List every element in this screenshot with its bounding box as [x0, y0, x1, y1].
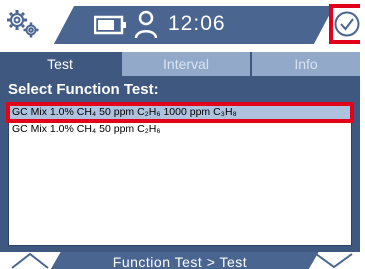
function-test-list: GC Mix 1.0% CH₄ 50 ppm C₂H₆ 1000 ppm C₃H… [6, 102, 354, 246]
check-circle-icon [333, 10, 360, 38]
tab-interval[interactable]: Interval [120, 52, 250, 76]
tab-bar: Test Interval Info [0, 52, 360, 76]
section-title: Select Function Test: [8, 81, 159, 98]
tab-test[interactable]: Test [0, 52, 120, 76]
device-screen: 12:06 Test Interval Info Select Function… [0, 0, 360, 269]
chevron-down-icon[interactable] [312, 252, 356, 269]
clock-time: 12:06 [168, 12, 226, 35]
status-bar: 12:06 [0, 0, 360, 50]
check-button[interactable] [329, 4, 360, 44]
footer-bar: Function Test > Test [0, 252, 360, 269]
tab-info[interactable]: Info [250, 52, 360, 76]
gears-icon[interactable] [4, 7, 44, 41]
user-icon [134, 10, 158, 40]
list-item[interactable]: GC Mix 1.0% CH₄ 50 ppm C₂H₆ [9, 122, 351, 137]
breadcrumb: Function Test > Test [112, 254, 248, 269]
list-item-selected[interactable]: GC Mix 1.0% CH₄ 50 ppm C₂H₆ 1000 ppm C₃H… [6, 102, 354, 123]
main-panel: Test Interval Info Select Function Test:… [0, 52, 360, 252]
battery-icon [94, 15, 128, 35]
